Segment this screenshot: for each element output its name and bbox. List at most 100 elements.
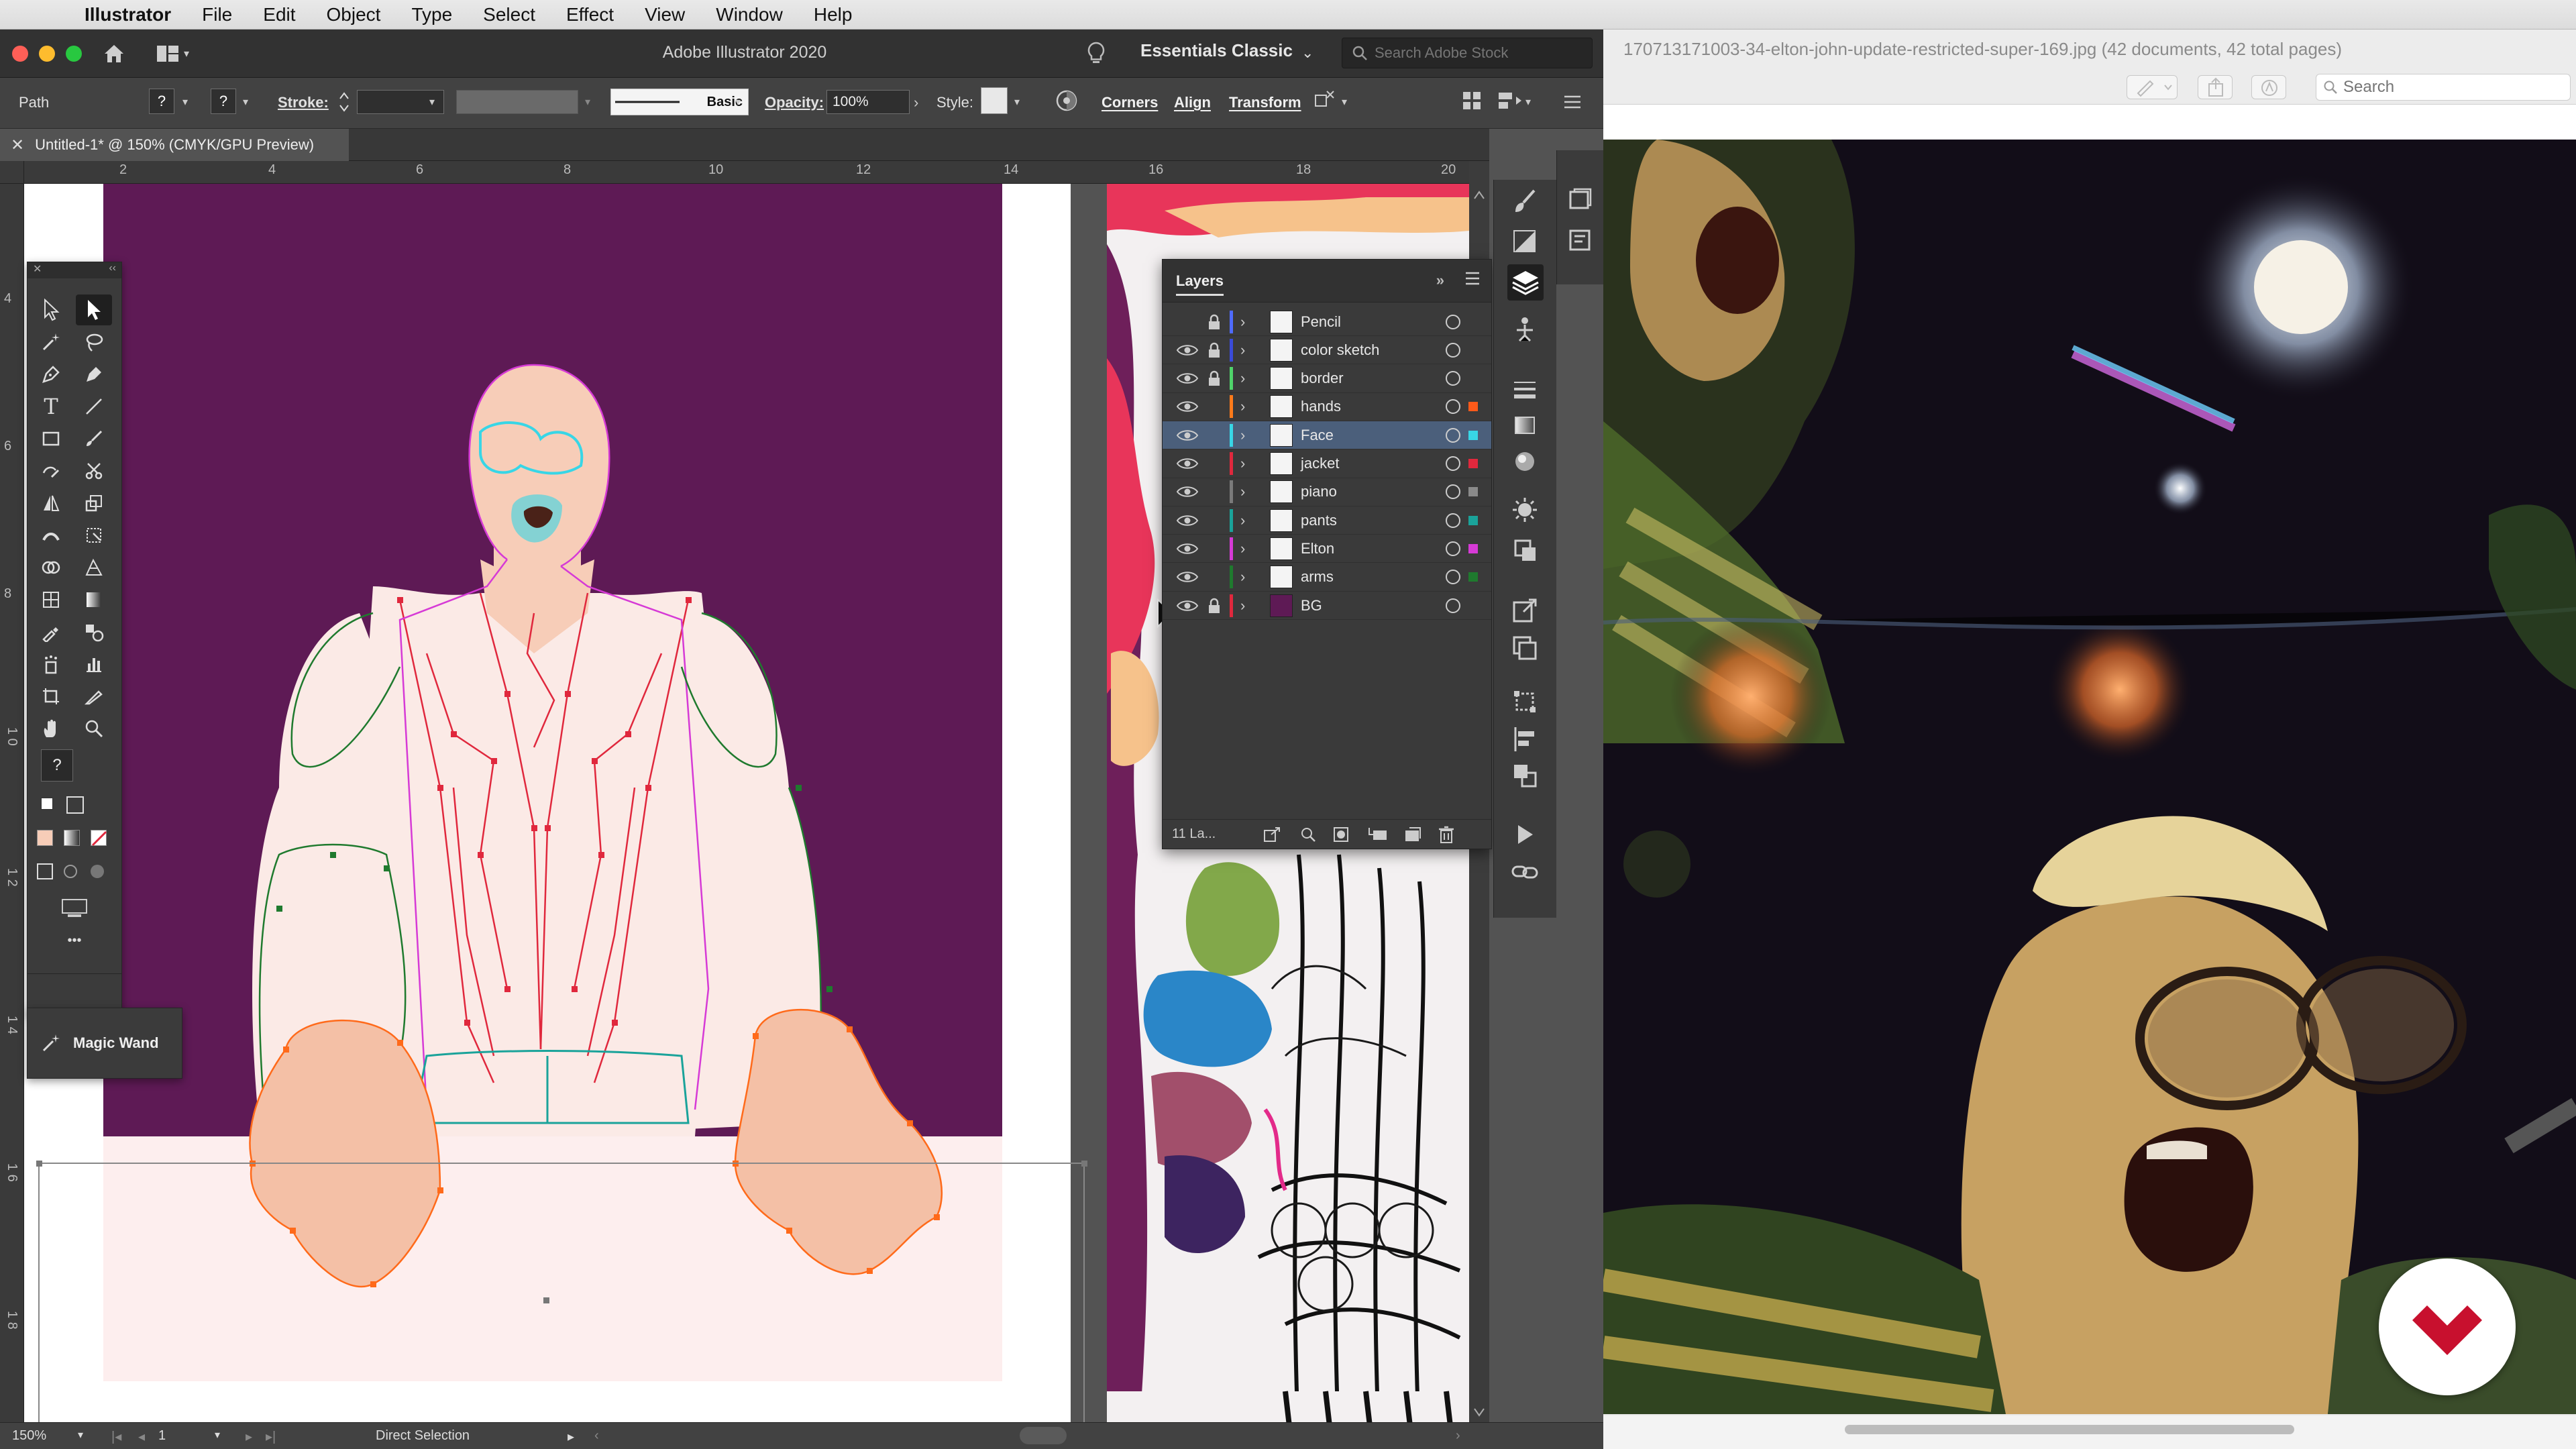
export-icon[interactable] (1263, 826, 1281, 843)
links-icon[interactable] (1510, 857, 1540, 887)
chevron-right-icon[interactable]: › (914, 94, 918, 111)
layer-row[interactable]: › pants (1163, 506, 1491, 535)
expand-chevron-icon[interactable]: › (1240, 427, 1245, 444)
shape-builder-icon[interactable] (1313, 89, 1336, 111)
artboard-tool[interactable] (33, 681, 69, 712)
layer-row[interactable]: › hands (1163, 393, 1491, 421)
menu-type[interactable]: Type (411, 4, 452, 25)
gradient-button[interactable] (64, 830, 80, 846)
selection-indicator[interactable] (1468, 543, 1478, 553)
scale-tool[interactable] (76, 488, 112, 519)
layers-icon[interactable] (1507, 264, 1544, 301)
selection-tool[interactable] (33, 294, 69, 325)
target-circle-icon[interactable] (1446, 427, 1460, 443)
menu-object[interactable]: Object (327, 4, 381, 25)
eyedropper-tool[interactable] (33, 616, 69, 647)
visibility-eye-icon[interactable] (1176, 370, 1199, 386)
tools-panel-header[interactable]: ✕ ‹‹ (28, 262, 121, 278)
appearance-icon[interactable] (1510, 447, 1540, 476)
line-segment-tool[interactable] (76, 391, 112, 422)
preview-photo[interactable] (1603, 140, 2576, 1414)
horizontal-ruler[interactable]: 2 4 6 8 10 12 14 16 18 20 (24, 161, 1489, 184)
close-icon[interactable]: ✕ (33, 262, 42, 278)
layer-row[interactable]: › piano (1163, 478, 1491, 506)
expand-chevron-icon[interactable]: › (1240, 540, 1245, 557)
visibility-eye-icon[interactable] (1176, 513, 1199, 529)
curvature-tool[interactable] (76, 359, 112, 390)
status-menu-icon[interactable]: ▸ (568, 1428, 574, 1445)
stroke-weight-stepper[interactable] (337, 87, 352, 117)
column-graph-tool[interactable] (76, 649, 112, 680)
variable-width-profile[interactable] (456, 90, 578, 114)
target-circle-icon[interactable] (1446, 513, 1460, 528)
none-button[interactable] (91, 830, 107, 847)
draw-normal-icon[interactable] (37, 863, 53, 879)
layer-row[interactable]: › color sketch (1163, 336, 1491, 365)
selection-indicator[interactable] (1468, 572, 1478, 582)
selection-indicator[interactable] (1468, 487, 1478, 497)
chevron-down-icon[interactable]: ▾ (182, 95, 188, 109)
ruler-origin[interactable] (0, 161, 24, 184)
visibility-eye-icon[interactable] (1176, 598, 1199, 614)
default-colors-icon[interactable] (41, 798, 53, 810)
target-circle-icon[interactable] (1446, 371, 1460, 386)
previous-artboard-icon[interactable]: ◂ (138, 1428, 145, 1445)
expand-chevron-icon[interactable]: › (1240, 483, 1245, 500)
panel-menu-icon[interactable] (1562, 93, 1583, 111)
layer-row[interactable]: › BG (1163, 592, 1491, 620)
chevron-down-icon[interactable]: ▾ (243, 95, 248, 109)
symbol-sprayer-tool[interactable] (33, 649, 69, 680)
share-icon[interactable] (2198, 75, 2233, 99)
lock-icon[interactable] (1207, 427, 1222, 444)
layer-row[interactable]: › Pencil (1163, 308, 1491, 336)
visibility-eye-icon[interactable] (1176, 427, 1199, 443)
transform-panel-icon[interactable] (1510, 687, 1540, 716)
menu-select[interactable]: Select (483, 4, 535, 25)
preview-horizontal-scrollbar[interactable] (1603, 1415, 2576, 1449)
export-asset-icon[interactable] (1510, 596, 1540, 625)
next-artboard-icon[interactable]: ▸ (246, 1428, 252, 1445)
properties-icon[interactable] (1565, 225, 1595, 255)
layer-name[interactable]: hands (1301, 398, 1341, 415)
layer-name[interactable]: Elton (1301, 540, 1334, 557)
collapse-icon[interactable]: » (1436, 272, 1444, 289)
target-circle-icon[interactable] (1446, 484, 1460, 500)
gradient-panel-icon[interactable] (1510, 411, 1540, 440)
new-sublayer-icon[interactable] (1368, 826, 1388, 843)
opacity-field[interactable]: 100% (826, 90, 910, 114)
corners-link[interactable]: Corners (1102, 94, 1158, 111)
markup-button[interactable] (2127, 75, 2178, 99)
preview-search[interactable] (2316, 74, 2571, 101)
menu-effect[interactable]: Effect (566, 4, 614, 25)
hand-tool[interactable] (33, 713, 69, 744)
target-circle-icon[interactable] (1446, 399, 1460, 415)
lock-icon[interactable] (1207, 597, 1222, 614)
paintbrush-tool[interactable] (76, 423, 112, 454)
actions-icon[interactable] (1510, 820, 1540, 849)
chevron-down-icon[interactable]: ▾ (215, 1428, 220, 1442)
align-panel-icon[interactable] (1510, 724, 1540, 754)
lock-icon[interactable] (1207, 512, 1222, 529)
expand-chevron-icon[interactable]: › (1240, 341, 1245, 359)
chevron-down-icon[interactable]: ▾ (1014, 95, 1020, 109)
target-circle-icon[interactable] (1446, 342, 1460, 358)
artboard-number[interactable]: 1 (158, 1428, 166, 1444)
lock-icon[interactable] (1207, 483, 1222, 500)
menu-window[interactable]: Window (716, 4, 783, 25)
symbols-icon[interactable] (1510, 535, 1540, 565)
graphic-style-swatch[interactable] (981, 87, 1008, 114)
expand-chevron-icon[interactable]: › (1240, 313, 1245, 331)
selection-indicator[interactable] (1468, 430, 1478, 440)
artboards-icon[interactable] (1510, 633, 1540, 663)
expand-chevron-icon[interactable]: › (1240, 398, 1245, 415)
menu-help[interactable]: Help (814, 4, 853, 25)
stock-search[interactable] (1342, 38, 1593, 68)
chevron-down-icon[interactable]: ⌄ (1301, 44, 1313, 62)
visibility-eye-icon[interactable] (1176, 569, 1199, 585)
pen-tool[interactable] (33, 359, 69, 390)
pathfinder-icon[interactable] (1510, 761, 1540, 790)
visibility-eye-icon[interactable] (1176, 342, 1199, 358)
collapse-icon[interactable]: ‹‹ (109, 262, 116, 278)
magic-wand-tool[interactable] (33, 327, 69, 358)
target-circle-icon[interactable] (1446, 314, 1460, 329)
